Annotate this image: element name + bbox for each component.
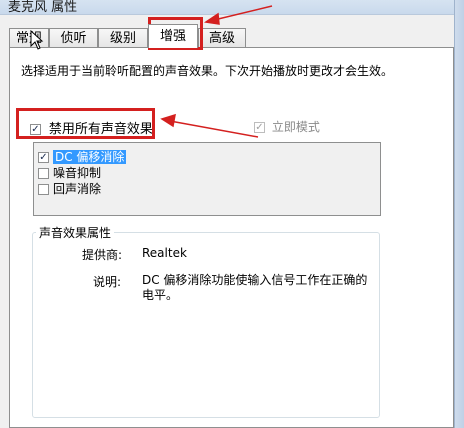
arrow-to-checkbox-icon xyxy=(169,120,259,138)
mouse-cursor-icon xyxy=(30,30,44,50)
annotation-arrows xyxy=(160,5,273,138)
arrow-to-tab-icon xyxy=(213,5,273,21)
watermark-logo xyxy=(328,378,448,414)
tab-enhancements[interactable]: 增强 xyxy=(148,24,198,48)
